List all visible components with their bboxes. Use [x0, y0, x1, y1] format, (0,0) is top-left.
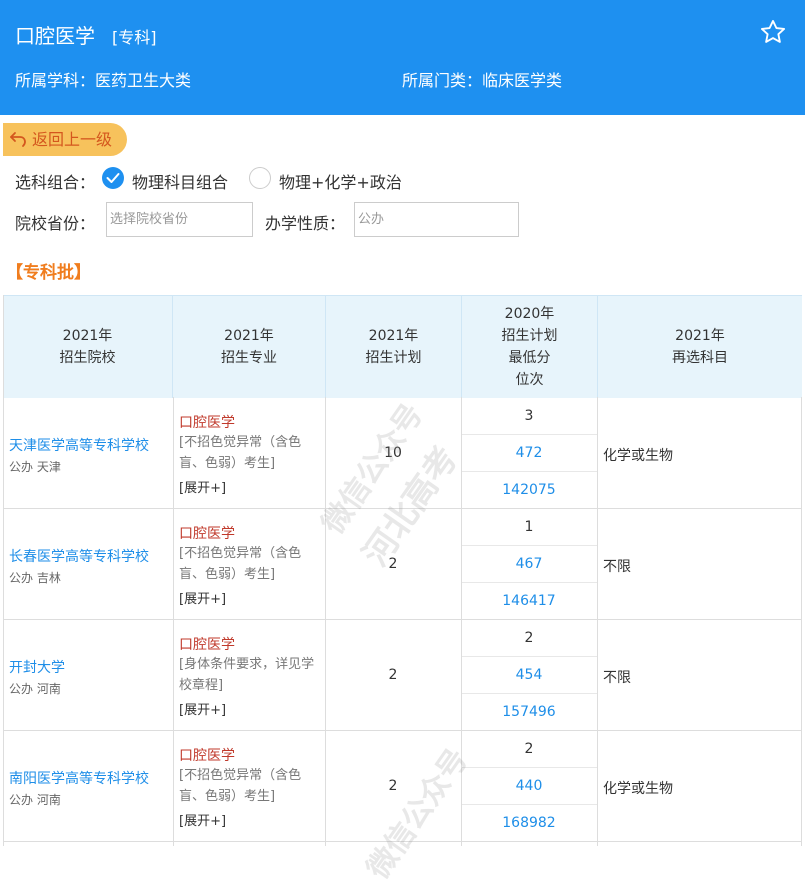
school-meta: 公办 河南	[9, 680, 61, 697]
back-button[interactable]: 返回上一级	[3, 123, 127, 156]
header-school: 2021年 招生院校	[3, 296, 173, 398]
nature-select[interactable]: 公办	[354, 202, 519, 237]
header-major-text: 招生专业	[221, 347, 277, 369]
radio-physics-combo[interactable]	[102, 167, 124, 189]
return-arrow-icon	[9, 131, 27, 147]
major-name: 口腔医学	[179, 523, 235, 543]
grid-line	[173, 397, 174, 846]
grid-line	[462, 545, 597, 546]
level-tag: [专科]	[112, 24, 157, 48]
min-score: 440	[461, 778, 597, 794]
grid-line	[462, 471, 597, 472]
min-score: 467	[461, 556, 597, 572]
grid-line	[462, 693, 597, 694]
plan-2020: 2	[461, 630, 597, 646]
major-note: [不招色觉异常（含色盲、色弱）考生]	[179, 432, 321, 474]
star-outline-icon[interactable]	[759, 18, 787, 46]
grid-line	[462, 804, 597, 805]
subject-requirement: 化学或生物	[603, 778, 673, 798]
plan-count: 2	[325, 667, 461, 683]
header-plan-year: 2021年	[369, 325, 419, 347]
header-req-year: 2021年	[675, 325, 725, 347]
header-2020-score: 最低分	[509, 347, 551, 369]
nature-label: 办学性质：	[265, 210, 345, 234]
category-label: 所属门类：临床医学类	[402, 67, 562, 91]
grid-line	[597, 397, 598, 846]
grid-line	[462, 434, 597, 435]
page-header: 口腔医学 [专科] 所属学科：医药卫生大类 所属门类：临床医学类	[0, 0, 805, 115]
header-2020-year: 2020年	[505, 303, 555, 325]
school-meta: 公办 天津	[9, 458, 61, 475]
grid-line	[3, 295, 4, 846]
header-major: 2021年 招生专业	[173, 296, 326, 398]
option-physics-combo[interactable]: 物理科目组合	[132, 169, 228, 193]
min-rank: 168982	[461, 815, 597, 831]
header-major-year: 2021年	[224, 325, 274, 347]
major-name: 口腔医学	[179, 634, 235, 654]
expand-link[interactable]: [展开+]	[179, 699, 226, 718]
plan-2020: 3	[461, 408, 597, 424]
header-2020-rank: 位次	[516, 369, 544, 391]
min-score: 454	[461, 667, 597, 683]
grid-line	[462, 767, 597, 768]
plan-count: 2	[325, 778, 461, 794]
min-rank: 157496	[461, 704, 597, 720]
school-meta: 公办 吉林	[9, 569, 61, 586]
subject-label: 所属学科：医药卫生大类	[15, 67, 191, 91]
header-plan: 2021年 招生计划	[326, 296, 462, 398]
expand-link[interactable]: [展开+]	[179, 810, 226, 829]
school-link[interactable]: 长春医学高等专科学校	[9, 546, 149, 566]
grid-line	[3, 619, 802, 620]
expand-link[interactable]: [展开+]	[179, 477, 226, 496]
grid-line	[801, 397, 802, 846]
grid-line	[3, 730, 802, 731]
header-plan-text: 招生计划	[366, 347, 422, 369]
major-title: 口腔医学	[15, 20, 95, 49]
grid-line	[3, 508, 802, 509]
school-link[interactable]: 开封大学	[9, 657, 65, 677]
expand-link[interactable]: [展开+]	[179, 588, 226, 607]
option-physics-chem-politics[interactable]: 物理+化学+政治	[279, 169, 402, 193]
subject-requirement: 不限	[603, 667, 631, 687]
header-2020-plan: 招生计划	[502, 325, 558, 347]
header-school-year: 2021年	[63, 325, 113, 347]
school-meta: 公办 河南	[9, 791, 61, 808]
header-requirement: 2021年 再选科目	[598, 296, 802, 398]
grid-line	[462, 656, 597, 657]
batch-title: 【专科批】	[6, 258, 91, 283]
major-name: 口腔医学	[179, 412, 235, 432]
min-rank: 146417	[461, 593, 597, 609]
grid-line	[3, 841, 802, 842]
plan-2020: 1	[461, 519, 597, 535]
radio-physics-chem-politics[interactable]	[249, 167, 271, 189]
school-link[interactable]: 天津医学高等专科学校	[9, 435, 149, 455]
plan-2020: 2	[461, 741, 597, 757]
subject-combo-label: 选科组合：	[15, 169, 95, 193]
subject-requirement: 化学或生物	[603, 445, 673, 465]
min-score: 472	[461, 445, 597, 461]
header-req-text: 再选科目	[672, 347, 728, 369]
major-name: 口腔医学	[179, 745, 235, 765]
major-note: [不招色觉异常（含色盲、色弱）考生]	[179, 543, 321, 585]
major-note: [不招色觉异常（含色盲、色弱）考生]	[179, 765, 321, 807]
header-2020: 2020年 招生计划 最低分 位次	[462, 296, 598, 398]
table-header: 2021年 招生院校 2021年 招生专业 2021年 招生计划 2020年 招…	[3, 295, 802, 398]
plan-count: 2	[325, 556, 461, 572]
subject-requirement: 不限	[603, 556, 631, 576]
school-link[interactable]: 南阳医学高等专科学校	[9, 768, 149, 788]
province-label: 院校省份：	[15, 210, 95, 234]
major-note: [身体条件要求，详见学校章程]	[179, 654, 321, 696]
grid-line	[462, 582, 597, 583]
check-icon	[106, 172, 120, 184]
plan-count: 10	[325, 445, 461, 461]
back-button-label: 返回上一级	[32, 123, 112, 156]
min-rank: 142075	[461, 482, 597, 498]
header-school-text: 招生院校	[60, 347, 116, 369]
province-select[interactable]: 选择院校省份	[106, 202, 253, 237]
